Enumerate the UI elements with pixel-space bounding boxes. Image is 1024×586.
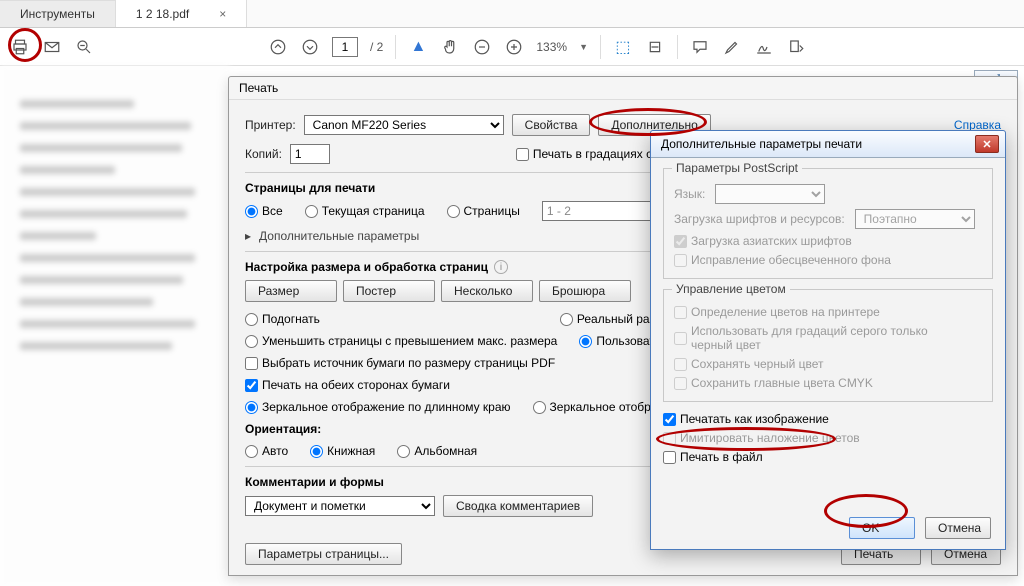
copies-input[interactable] (290, 144, 330, 164)
print-icon[interactable] (10, 37, 30, 57)
document-tabs: Инструменты 1 2 18.pdf× (0, 0, 1024, 28)
poster-tab-button[interactable]: Постер (343, 280, 435, 302)
comments-select[interactable]: Документ и пометки (245, 496, 435, 516)
printer-colors-checkbox: Определение цветов на принтере (674, 305, 880, 319)
duplex-checkbox[interactable]: Печать на обеих сторонах бумаги (245, 378, 450, 392)
highlight-icon[interactable] (722, 37, 742, 57)
all-pages-radio[interactable]: Все (245, 204, 283, 218)
sign-icon[interactable] (754, 37, 774, 57)
flip-long-radio[interactable]: Зеркальное отображение по длинному краю (245, 400, 511, 414)
zoom-plus-icon[interactable] (504, 37, 524, 57)
ps-lang-select (715, 184, 825, 204)
pointer-icon[interactable]: ▲ (408, 37, 428, 57)
booklet-tab-button[interactable]: Брошюра (539, 280, 631, 302)
asian-fonts-checkbox: Загрузка азиатских шрифтов (674, 234, 852, 248)
postscript-group-header: Параметры PostScript (672, 161, 802, 175)
portrait-radio[interactable]: Книжная (310, 444, 375, 458)
advanced-ok-button[interactable]: OK (849, 517, 915, 539)
info-icon[interactable]: i (494, 260, 508, 274)
close-icon[interactable]: × (219, 7, 226, 21)
print-to-file-checkbox[interactable]: Печать в файл (663, 450, 763, 464)
fit-radio[interactable]: Подогнать (245, 312, 320, 326)
auto-orient-radio[interactable]: Авто (245, 444, 288, 458)
sizing-section-header: Настройка размера и обработка страниц (245, 260, 488, 274)
print-dialog-title: Печать (239, 81, 278, 95)
orientation-label: Ориентация: (245, 422, 321, 436)
fit-page-icon[interactable]: ⊟ (645, 37, 665, 57)
advanced-cancel-button[interactable]: Отмена (925, 517, 991, 539)
main-toolbar: / 2 ▲ 133% ▼ ⬚ ⊟ (0, 28, 1024, 66)
printer-select[interactable]: Canon MF220 Series (304, 115, 504, 135)
preserve-cmyk-checkbox: Сохранить главные цвета CMYK (674, 376, 873, 390)
zoom-level[interactable]: 133% (536, 40, 567, 54)
mail-icon[interactable] (42, 37, 62, 57)
multiple-tab-button[interactable]: Несколько (441, 280, 533, 302)
edit-icon[interactable] (786, 37, 806, 57)
zoom-out-icon[interactable] (74, 37, 94, 57)
hand-icon[interactable] (440, 37, 460, 57)
summary-button[interactable]: Сводка комментариев (443, 495, 593, 517)
simulate-overprint-checkbox: Имитировать наложение цветов (663, 431, 860, 445)
page-input[interactable] (332, 37, 358, 57)
chevron-down-icon[interactable]: ▼ (579, 42, 588, 52)
ps-fonts-select: Поэтапно (855, 209, 975, 229)
page-total: / 2 (370, 40, 383, 54)
advanced-dialog-title: Дополнительные параметры печати (661, 137, 862, 151)
page-up-icon[interactable] (268, 37, 288, 57)
advanced-print-dialog: Дополнительные параметры печати ✕ Параме… (650, 130, 1006, 550)
fit-width-icon[interactable]: ⬚ (613, 37, 633, 57)
page-range-radio[interactable]: Страницы (447, 204, 520, 218)
discolored-bg-checkbox: Исправление обесцвеченного фона (674, 253, 891, 267)
properties-button[interactable]: Свойства (512, 114, 591, 136)
paper-source-checkbox[interactable]: Выбрать источник бумаги по размеру стран… (245, 356, 555, 370)
page-down-icon[interactable] (300, 37, 320, 57)
comment-icon[interactable] (690, 37, 710, 57)
landscape-radio[interactable]: Альбомная (397, 444, 477, 458)
printer-label: Принтер: (245, 118, 296, 132)
gray-black-checkbox: Использовать для градаций серого только … (674, 324, 968, 352)
copies-label: Копий: (245, 147, 282, 161)
page-range-input[interactable] (542, 201, 662, 221)
current-page-radio[interactable]: Текущая страница (305, 204, 425, 218)
background-document (0, 66, 230, 586)
shrink-radio[interactable]: Уменьшить страницы с превышением макс. р… (245, 334, 557, 348)
tab-file[interactable]: 1 2 18.pdf× (116, 0, 247, 27)
size-tab-button[interactable]: Размер (245, 280, 337, 302)
ps-fonts-label: Загрузка шрифтов и ресурсов: (674, 212, 845, 226)
color-group-header: Управление цветом (672, 282, 790, 296)
zoom-minus-icon[interactable] (472, 37, 492, 57)
page-setup-button[interactable]: Параметры страницы... (245, 543, 402, 565)
print-as-image-checkbox[interactable]: Печатать как изображение (663, 412, 829, 426)
ps-lang-label: Язык: (674, 187, 705, 201)
close-button[interactable]: ✕ (975, 135, 999, 153)
tab-tools[interactable]: Инструменты (0, 0, 116, 27)
preserve-black-checkbox: Сохранять черный цвет (674, 357, 824, 371)
